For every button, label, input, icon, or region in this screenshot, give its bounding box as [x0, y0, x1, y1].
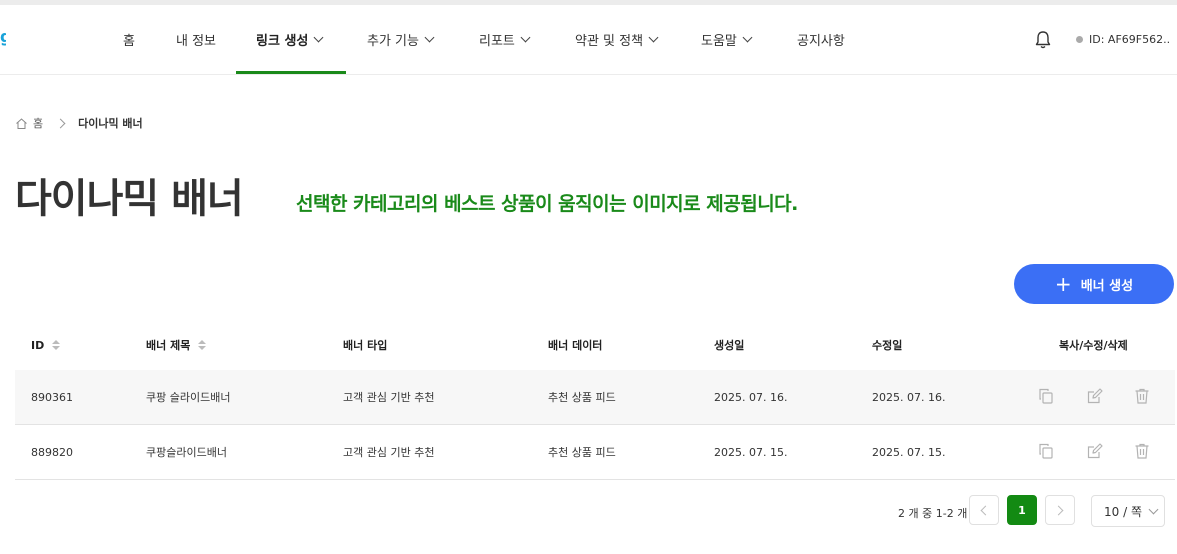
cell-created: 2025. 07. 16. — [714, 390, 788, 404]
breadcrumb-current: 다이나믹 배너 — [78, 117, 143, 130]
chevron-down-icon — [1148, 504, 1159, 514]
cell-id: 890361 — [31, 390, 73, 404]
col-updated: 수정일 — [872, 339, 903, 352]
col-banner-data: 배너 데이터 — [548, 339, 603, 352]
status-dot — [1076, 36, 1083, 43]
create-banner-button[interactable]: + 배너 생성 — [1014, 264, 1174, 304]
cell-created: 2025. 07. 15. — [714, 445, 788, 459]
edit-icon[interactable] — [1086, 442, 1104, 460]
chevron-down-icon — [424, 32, 435, 43]
cell-type: 고객 관심 기반 추천 — [343, 446, 435, 459]
page-size-select[interactable]: 10 / 쪽 — [1091, 495, 1165, 527]
page-button-current[interactable]: 1 — [1007, 495, 1037, 525]
nav-link-create[interactable]: 링크 생성 — [256, 5, 324, 74]
top-header: g 홈 내 정보 링크 생성 추가 기능 리포트 약관 및 정책 도움말 공지사… — [0, 5, 1177, 75]
edit-icon[interactable] — [1086, 387, 1104, 405]
bell-icon[interactable] — [1034, 30, 1052, 50]
cell-id: 889820 — [31, 445, 73, 459]
cell-updated: 2025. 07. 16. — [872, 390, 946, 404]
chevron-down-icon — [313, 32, 324, 43]
cell-data: 추천 상품 피드 — [548, 446, 616, 459]
col-banner-type: 배너 타입 — [343, 339, 388, 352]
sort-icon — [52, 340, 61, 350]
col-banner-title[interactable]: 배너 제목 — [146, 320, 207, 370]
nav-notice[interactable]: 공지사항 — [797, 5, 845, 74]
nav-report[interactable]: 리포트 — [479, 5, 531, 74]
plus-icon: + — [1054, 272, 1072, 296]
chevron-down-icon — [520, 32, 531, 43]
chevron-down-icon — [648, 32, 659, 43]
col-created: 생성일 — [714, 339, 745, 352]
page-title: 다이나믹 배너 — [15, 176, 244, 222]
chevron-down-icon — [742, 32, 753, 43]
col-id[interactable]: ID — [31, 320, 61, 370]
table-header: ID 배너 제목 배너 타입 배너 데이터 생성일 수정일 복사/수정/삭제 — [15, 320, 1175, 371]
cell-type: 고객 관심 기반 추천 — [343, 391, 435, 404]
cell-title: 쿠팡 슬라이드배너 — [146, 391, 231, 404]
breadcrumb-home[interactable]: 홈 — [33, 115, 43, 131]
chevron-right-icon — [55, 118, 66, 128]
active-nav-underline — [236, 71, 346, 74]
logo[interactable]: g — [0, 27, 6, 47]
copy-icon[interactable] — [1037, 442, 1055, 460]
trash-icon[interactable] — [1133, 387, 1151, 405]
nav-extra-features[interactable]: 추가 기능 — [367, 5, 435, 74]
cell-title: 쿠팡슬라이드배너 — [146, 446, 227, 459]
prev-page-button[interactable] — [969, 495, 999, 525]
chevron-left-icon — [980, 505, 991, 515]
trash-icon[interactable] — [1133, 442, 1151, 460]
home-icon — [16, 117, 27, 129]
nav-home[interactable]: 홈 — [123, 5, 135, 74]
table-row[interactable]: 890361 쿠팡 슬라이드배너 고객 관심 기반 추천 추천 상품 피드 20… — [15, 370, 1175, 425]
pagination: 2 개 중 1-2 개 1 10 / 쪽 — [0, 495, 1177, 527]
page-subtitle: 선택한 카테고리의 베스트 상품이 움직이는 이미지로 제공됩니다. — [296, 193, 798, 215]
copy-icon[interactable] — [1037, 387, 1055, 405]
chevron-right-icon — [1053, 505, 1064, 515]
user-id-display[interactable]: ID: AF69F562.. — [1076, 33, 1170, 46]
breadcrumb: 홈 다이나믹 배너 — [15, 115, 143, 131]
col-actions: 복사/수정/삭제 — [1059, 339, 1128, 352]
next-page-button[interactable] — [1045, 495, 1075, 525]
sort-icon — [198, 340, 207, 350]
cell-updated: 2025. 07. 15. — [872, 445, 946, 459]
table-row[interactable]: 889820 쿠팡슬라이드배너 고객 관심 기반 추천 추천 상품 피드 202… — [15, 425, 1175, 480]
nav-my-info[interactable]: 내 정보 — [176, 5, 216, 74]
pagination-info: 2 개 중 1-2 개 — [898, 507, 968, 520]
nav-terms-policy[interactable]: 약관 및 정책 — [575, 5, 659, 74]
nav-help[interactable]: 도움말 — [701, 5, 753, 74]
cell-data: 추천 상품 피드 — [548, 391, 616, 404]
